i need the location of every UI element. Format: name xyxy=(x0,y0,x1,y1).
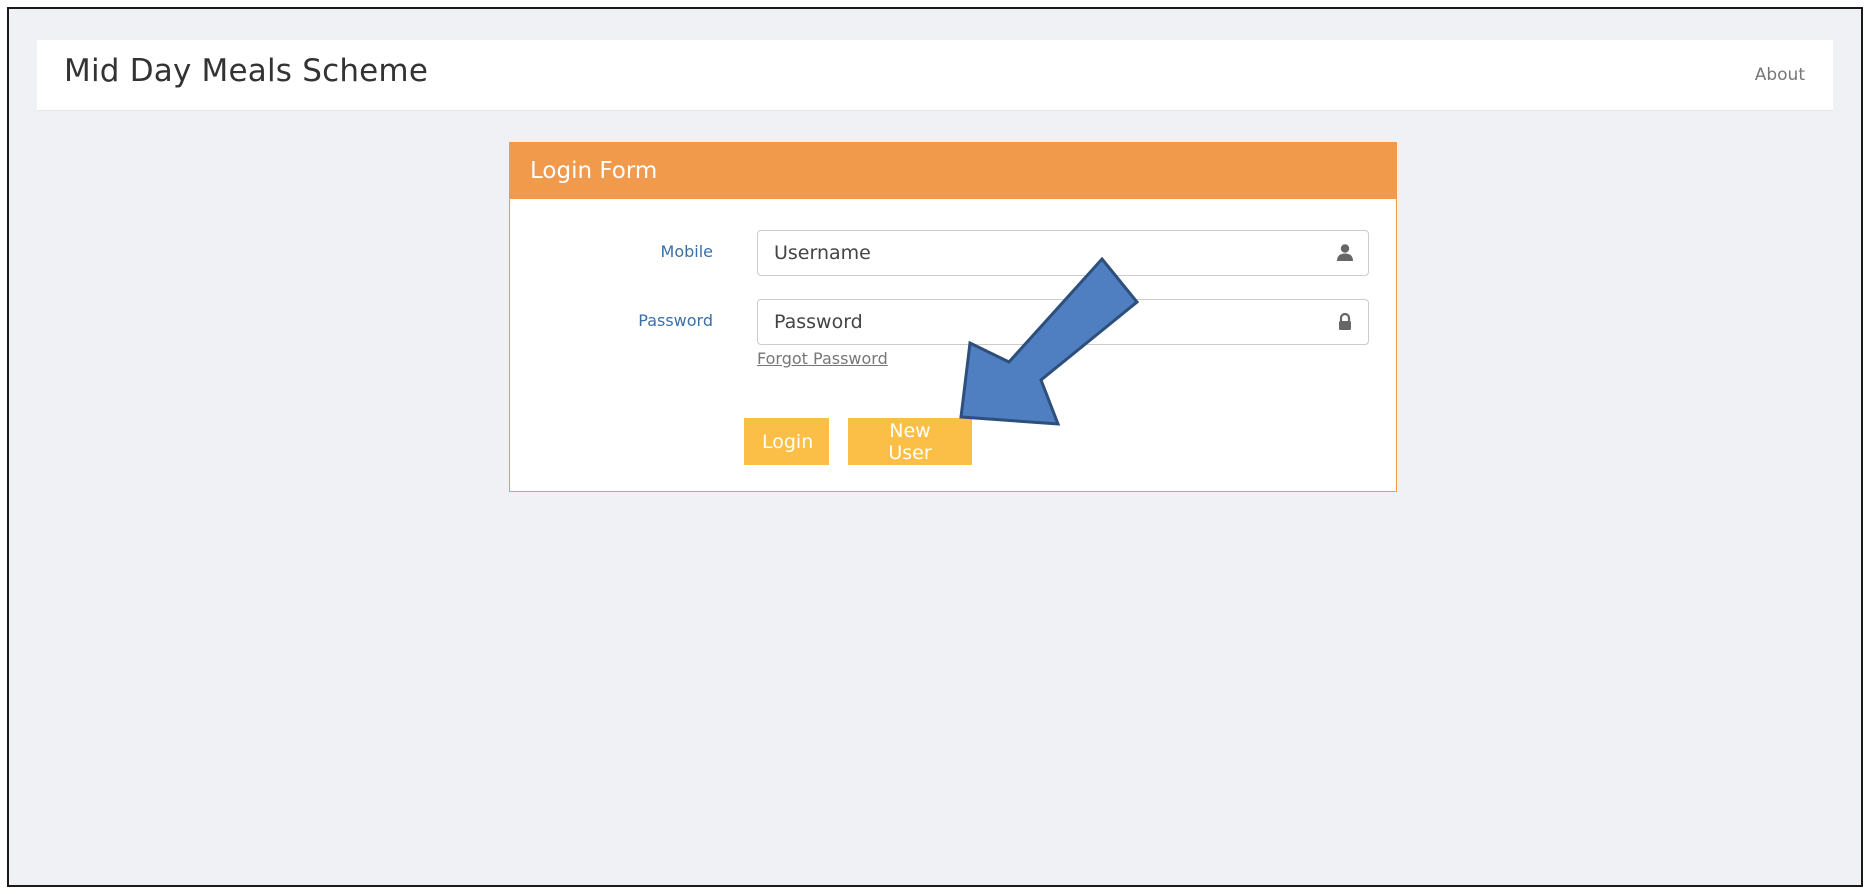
forgot-password-link[interactable]: Forgot Password xyxy=(757,349,888,368)
login-button[interactable]: Login xyxy=(744,418,829,465)
top-navbar: Mid Day Meals Scheme About xyxy=(37,40,1833,111)
login-form-title: Login Form xyxy=(510,143,1396,199)
about-link[interactable]: About xyxy=(1755,65,1805,85)
arrow-pointer-icon xyxy=(959,256,1140,426)
password-label: Password xyxy=(638,311,713,330)
app-title[interactable]: Mid Day Meals Scheme xyxy=(64,53,428,89)
lock-icon xyxy=(1339,312,1351,330)
user-icon xyxy=(1337,244,1353,261)
screenshot-frame: Mid Day Meals Scheme About Login Form Mo… xyxy=(7,7,1863,887)
mobile-label: Mobile xyxy=(660,242,713,261)
